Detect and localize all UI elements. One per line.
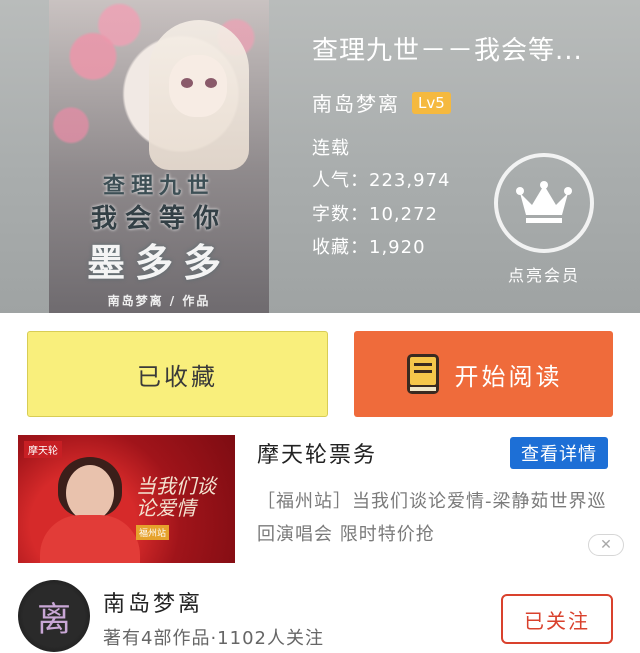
book-icon [406,354,439,394]
cover-illustration-eye [181,78,193,88]
favorite-count: 收藏：1,920 [312,237,426,258]
author-name[interactable]: 南岛梦离 [312,88,400,117]
view-details-button[interactable]: 查看详情 [510,437,608,469]
level-badge: Lv5 [412,91,451,114]
serial-status: 连载 [312,138,350,159]
ad-banner-image[interactable]: 摩天轮 当我们谈论爱情 福州站 [18,435,235,563]
close-icon: ✕ [600,537,612,553]
ad-description[interactable]: ［福州站］当我们谈论爱情-梁静茹世界巡回演唱会 限时特价抢 [257,485,622,551]
cover-author-credit: 南岛梦离 / 作品 [107,294,211,308]
author-avatar[interactable]: 离 [18,580,90,652]
cover-title-line3: 墨多多 [86,240,231,285]
vip-label[interactable]: 点亮会员 [486,262,602,286]
following-button[interactable]: 已关注 [501,594,613,644]
avatar-glyph: 离 [37,599,71,640]
view-details-label: 查看详情 [521,444,597,465]
book-header: 查理九世 我会等你 墨多多 南岛梦离 / 作品 查理九世－－我会等... 南岛梦… [0,0,640,313]
favorited-label: 已收藏 [137,362,218,391]
following-label: 已关注 [524,608,590,633]
ad-person-body [40,515,140,563]
book-cover-image[interactable]: 查理九世 我会等你 墨多多 南岛梦离 / 作品 [49,0,269,313]
cover-title-line2: 我会等你 [90,204,227,234]
cover-title-line1: 查理九世 [102,173,215,199]
word-count: 字数：10,272 [312,204,438,225]
ad-person-head [66,465,114,521]
author-row: 南岛梦离 Lv5 [312,88,451,117]
cover-illustration-eye [205,78,217,88]
ad-script-text: 当我们谈论爱情 [136,474,216,520]
start-reading-button[interactable]: 开始阅读 [354,331,613,417]
ad-city-tag: 福州站 [136,525,170,540]
ad-title[interactable]: 摩天轮票务 [257,437,377,469]
ad-close-button[interactable]: ✕ [588,534,624,556]
book-title: 查理九世－－我会等... [312,36,583,66]
popularity-count: 人气：223,974 [312,170,451,191]
ad-logo: 摩天轮 [24,441,62,458]
start-reading-label: 开始阅读 [454,362,563,391]
vip-button[interactable] [494,153,594,253]
crown-icon [516,181,572,223]
footer-author-stats: 著有4部作品·1102人关注 [103,628,324,649]
footer-author-name[interactable]: 南岛梦离 [103,586,203,618]
favorited-button[interactable]: 已收藏 [27,331,328,417]
cover-illustration-face [169,55,227,117]
